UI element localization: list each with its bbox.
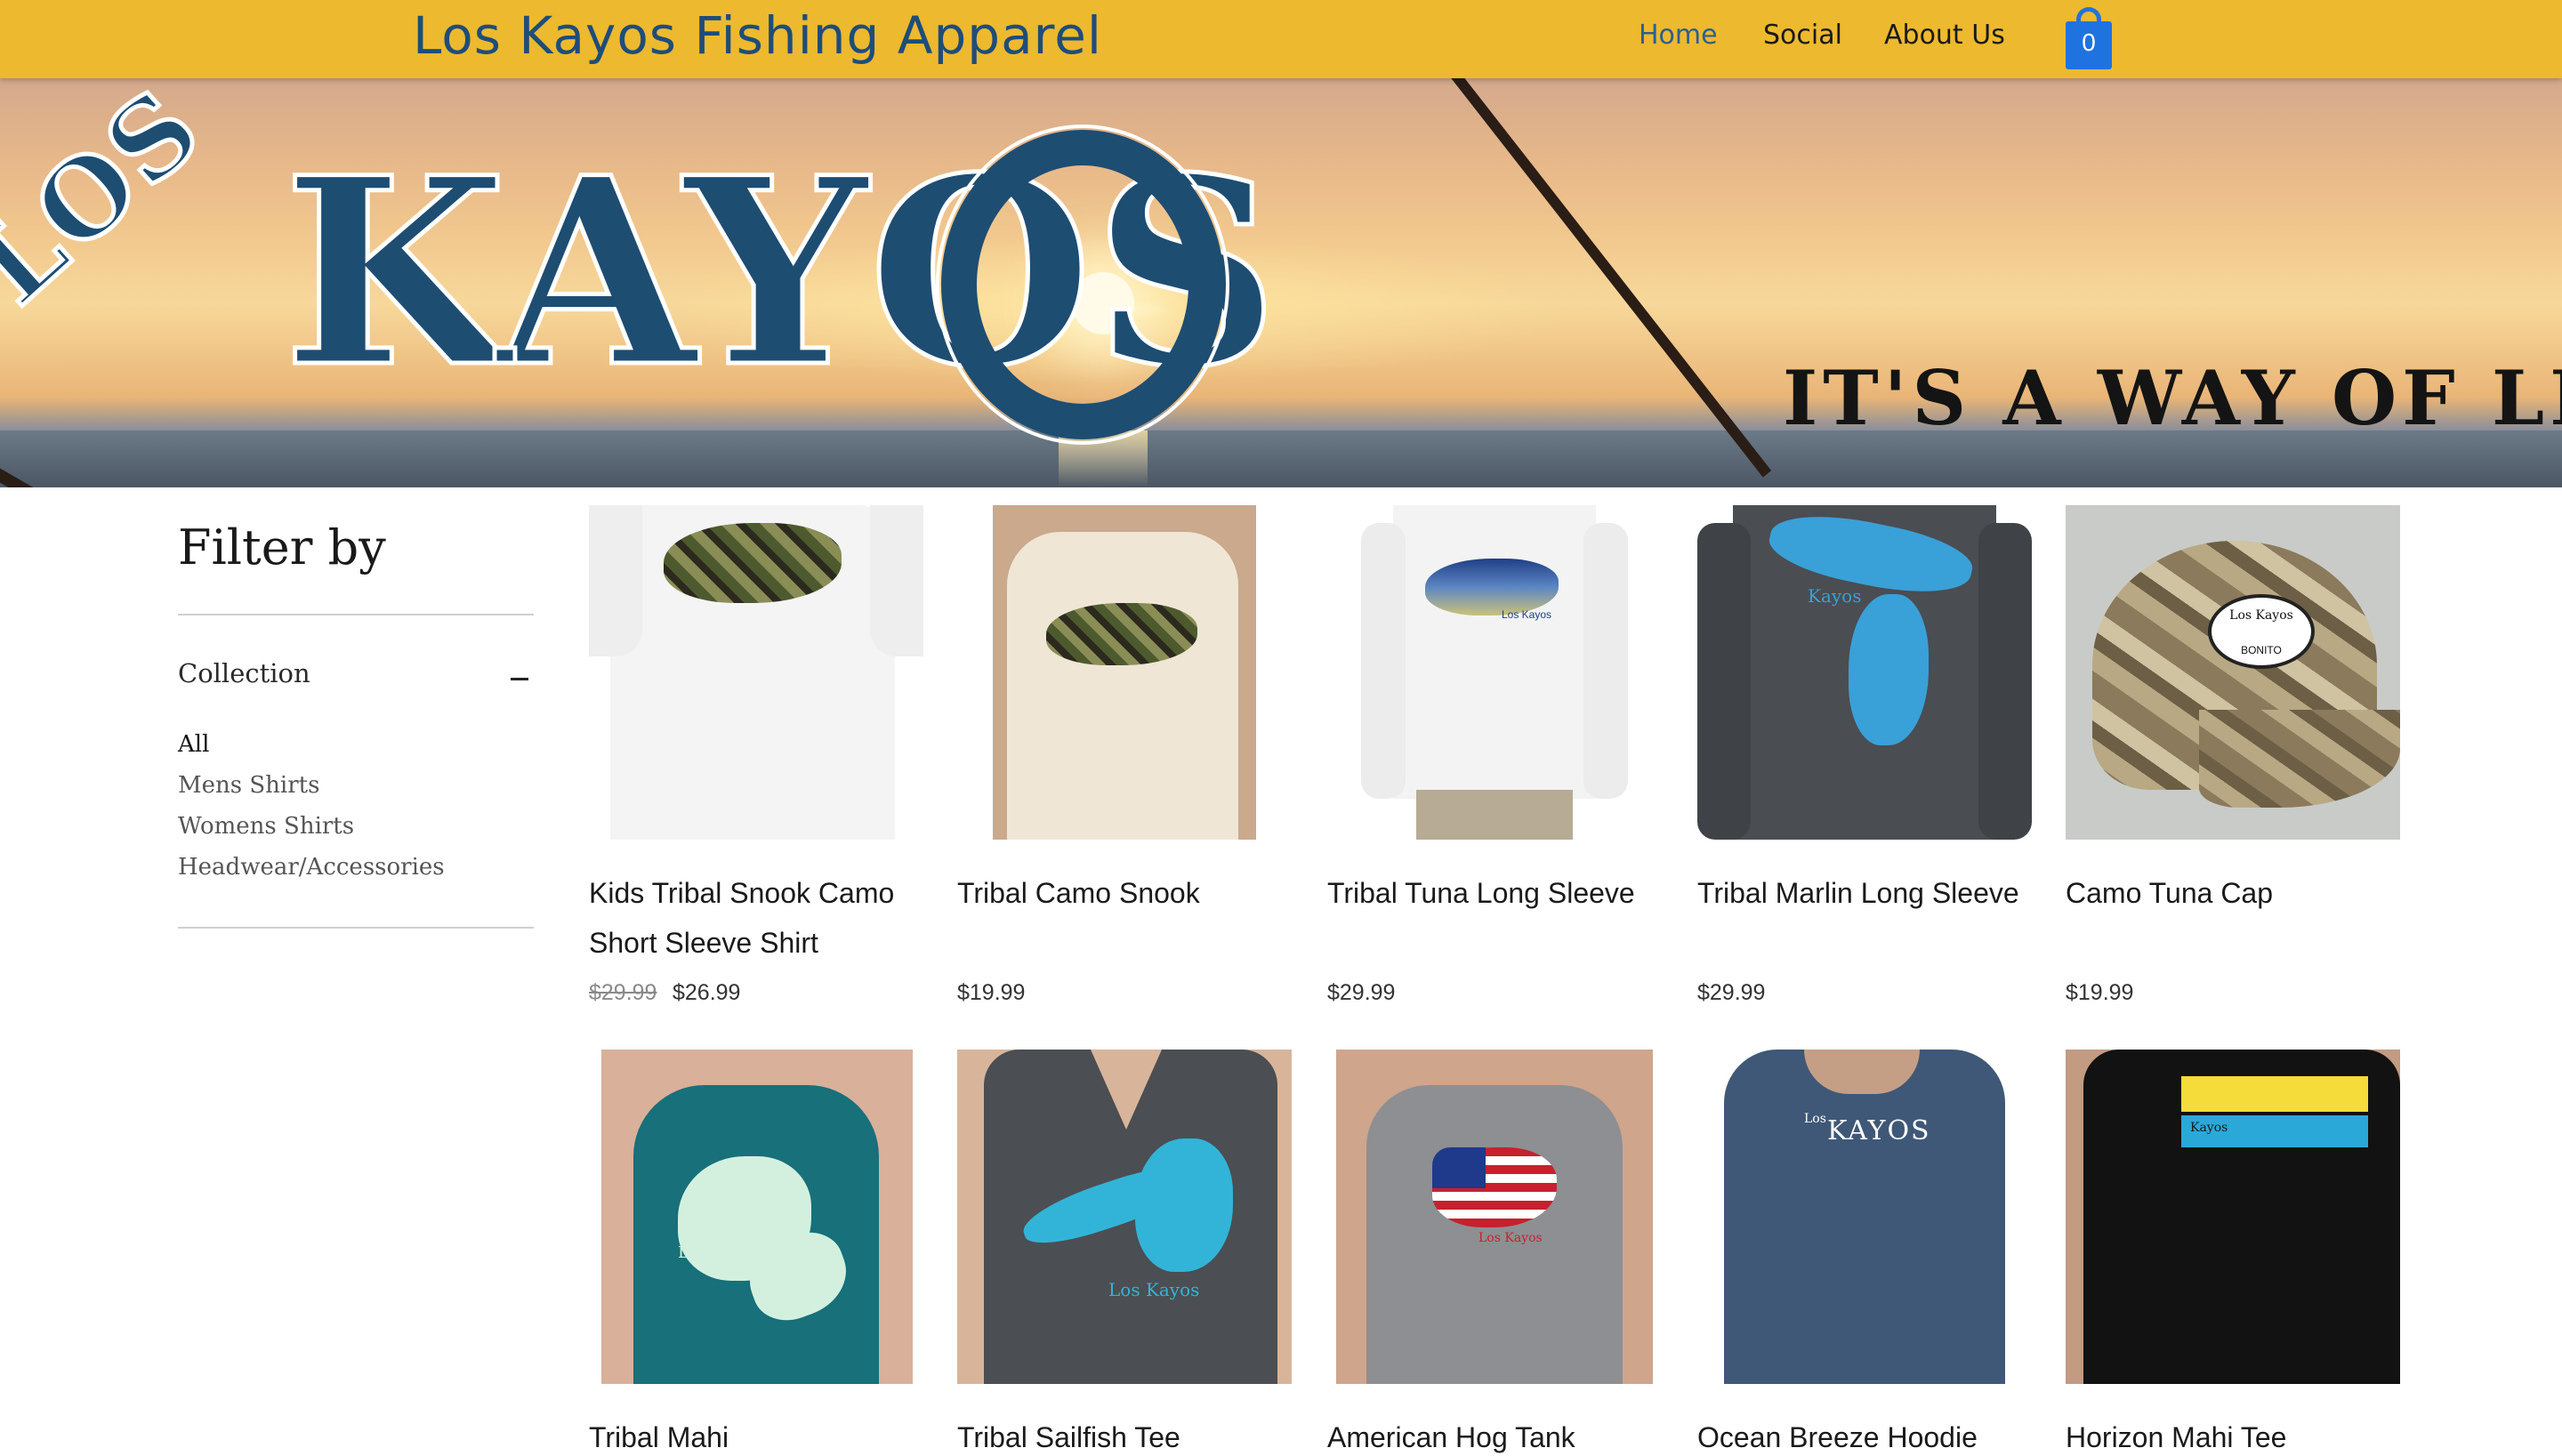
cap-brim [2199,710,2400,808]
sailfish-print-sail [1135,1138,1233,1272]
sleeve [1583,523,1628,799]
product-price: $29.99 [1697,980,1766,1005]
product-image[interactable]: Los Kayos [1327,505,1662,840]
camo-snook-print [664,523,842,603]
print-logo-large: KAYOS [1827,1115,1931,1146]
sleeve [1697,523,1751,840]
nav-social[interactable]: Social [1763,20,1842,51]
print-logo-small: Los [1804,1112,1826,1126]
print-logo: Kayos [2190,1121,2228,1135]
cart-count: 0 [2082,28,2096,56]
product-price: $26.99 [673,980,741,1005]
product-name[interactable]: Horizon Mahi Tee [2066,1412,2421,1456]
product-image[interactable]: Los Kayos BONITO [2066,505,2400,840]
print-logo: Los Kayos [1502,608,1552,621]
product-old-price: $29.99 [589,980,657,1005]
product-name[interactable]: Camo Tuna Cap [2066,868,2421,918]
filter-title: Filter by [178,519,386,575]
minus-icon [511,678,528,680]
shorts [1416,790,1573,840]
shark-jaw-icon [936,125,1229,445]
product-price: $29.99 [1327,980,1396,1005]
site-header: Los Kayos Fishing Apparel Home Social Ab… [0,0,2562,78]
site-title[interactable]: Los Kayos Fishing Apparel [413,5,1102,66]
sleeve [870,505,923,656]
filter-womens-shirts[interactable]: Womens Shirts [178,813,354,840]
nav-home[interactable]: Home [1639,20,1718,51]
cap-patch: Los Kayos BONITO [2208,594,2315,669]
nav-about-us[interactable]: About Us [1884,20,2005,51]
product-name[interactable]: American Hog Tank [1327,1412,1683,1456]
horizon-print-yellow [2181,1076,2368,1112]
product-name[interactable]: Tribal Mahi [589,1412,945,1456]
flag-canton [1432,1147,1486,1188]
product-name[interactable]: Ocean Breeze Hoodie [1697,1412,2053,1456]
product-image[interactable]: Kayos [2066,1050,2400,1384]
product-price: $19.99 [957,980,1026,1005]
print-logo: Los Kayos [1478,1231,1543,1245]
print-logo: Kayos [1808,585,1862,607]
print-logo: Los Kayos [1108,1279,1200,1300]
product-name[interactable]: Kids Tribal Snook Camo Short Sleeve Shir… [589,868,945,968]
sleeve [1361,523,1406,799]
product-image[interactable] [957,505,1292,840]
filter-headwear-accessories[interactable]: Headwear/Accessories [178,854,445,881]
product-image[interactable]: Los Kayos [957,1050,1292,1384]
sleeve [589,505,642,656]
cap-patch-label: BONITO [2241,644,2282,656]
filter-divider-bottom [178,927,534,929]
product-name[interactable]: Tribal Sailfish Tee [957,1412,1313,1456]
filter-divider-top [178,614,534,615]
product-name[interactable]: Tribal Tuna Long Sleeve [1327,868,1683,918]
cap-patch-logo: Los Kayos [2229,608,2293,623]
sleeve [1978,523,2032,840]
product-image[interactable]: Los Kayos [589,1050,923,1384]
collection-label: Collection [178,658,310,688]
filter-mens-shirts[interactable]: Mens Shirts [178,772,319,799]
cart-button[interactable]: 0 [2064,5,2114,69]
product-image[interactable] [589,505,923,840]
filter-all[interactable]: All [178,731,209,758]
product-name[interactable]: Tribal Marlin Long Sleeve [1697,868,2053,918]
product-image[interactable]: Los Kayos [1327,1050,1662,1384]
product-image[interactable]: Los KAYOS [1697,1050,2032,1384]
hoodie-image [1724,1050,2005,1384]
camo-snook-print [1046,603,1197,665]
product-name[interactable]: Tribal Camo Snook [957,868,1313,918]
marlin-print-body [1849,594,1929,745]
hero-banner: LOS KAYOS IT'S A WAY OF LIFE [0,78,2562,487]
product-image[interactable]: Kayos [1697,505,2032,840]
print-logo: Los Kayos [678,1243,761,1262]
collection-toggle[interactable]: Collection [178,658,534,694]
product-price: $19.99 [2066,980,2134,1005]
long-sleeve-shirt-image [1393,505,1596,799]
banner-tagline: IT'S A WAY OF LIFE [1783,354,2562,442]
tuna-print [1425,559,1559,615]
tank-top-image [1007,532,1238,840]
